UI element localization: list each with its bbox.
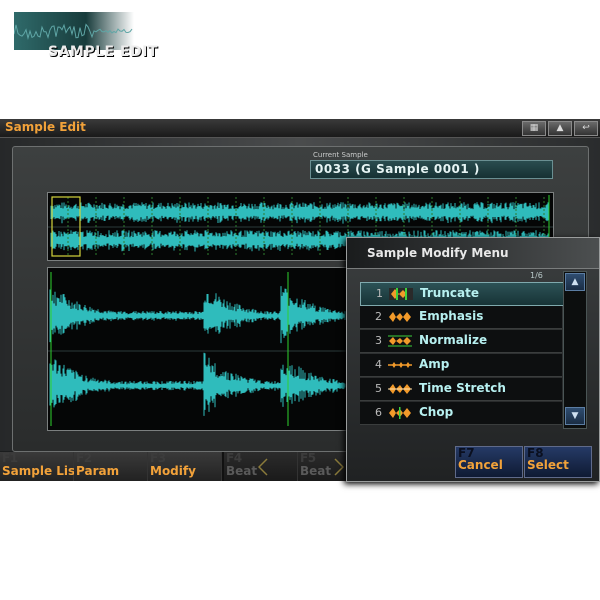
overview-waveform-left <box>50 202 549 224</box>
zoom-waveform-right <box>49 352 346 416</box>
menu-item-emphasis[interactable]: 2 Emphasis <box>360 306 562 329</box>
page-title: SAMPLE EDIT <box>48 44 158 60</box>
f3-modify-button[interactable]: F3 Modify <box>148 451 222 481</box>
scroll-down-icon[interactable]: ▼ <box>565 407 585 425</box>
amp-icon <box>388 362 412 368</box>
truncate-icon <box>389 288 413 300</box>
f1-sample-list-button[interactable]: F1 Sample List <box>0 451 81 481</box>
dialog-title-bar: Sample Modify Menu <box>347 238 599 269</box>
chevron-left-icon <box>258 458 268 476</box>
current-sample-value: 0033 (G Sample 0001 ) <box>315 162 480 176</box>
exit-icon[interactable]: ↩ <box>574 121 598 136</box>
menu-item-amp[interactable]: 4 Amp <box>360 354 562 377</box>
window-title: Sample Edit <box>5 120 86 134</box>
scroll-up-icon[interactable]: ▲ <box>565 273 585 291</box>
menu-item-chop[interactable]: 6 Chop <box>360 402 562 425</box>
chop-icon <box>389 407 411 419</box>
f7-cancel-button[interactable]: F7 Cancel <box>455 446 523 478</box>
chevron-right-icon <box>334 458 344 476</box>
emphasis-icon <box>389 312 411 322</box>
f8-select-button[interactable]: F8 Select <box>524 446 592 478</box>
current-sample-field[interactable]: 0033 (G Sample 0001 ) <box>310 160 553 179</box>
f2-param-button[interactable]: F2 Param <box>74 451 148 481</box>
current-sample-label: Current Sample <box>313 151 368 159</box>
modify-menu-list: 1 Truncate 2 Emphasis 3 Normalize 4 Amp … <box>360 282 564 427</box>
title-bar: Sample Edit ▦ ▲ ↩ <box>0 119 600 138</box>
menu-item-normalize[interactable]: 3 Normalize <box>360 330 562 353</box>
zoom-waveform-left <box>49 286 346 344</box>
time-stretch-icon <box>388 384 412 394</box>
menu-item-time-stretch[interactable]: 5 Time Stretch <box>360 378 562 401</box>
up-arrow-icon[interactable]: ▲ <box>548 121 572 136</box>
dialog-title: Sample Modify Menu <box>367 246 509 260</box>
zoom-waveform[interactable] <box>47 267 349 431</box>
f4-beat-button[interactable]: F4 Beat <box>224 451 298 481</box>
menu-item-truncate[interactable]: 1 Truncate <box>360 282 564 306</box>
normalize-icon <box>388 335 412 347</box>
panel-icon[interactable]: ▦ <box>522 121 546 136</box>
menu-scrollbar[interactable]: ▲ ▼ <box>563 271 587 429</box>
page-indicator: 1/6 <box>530 271 543 280</box>
